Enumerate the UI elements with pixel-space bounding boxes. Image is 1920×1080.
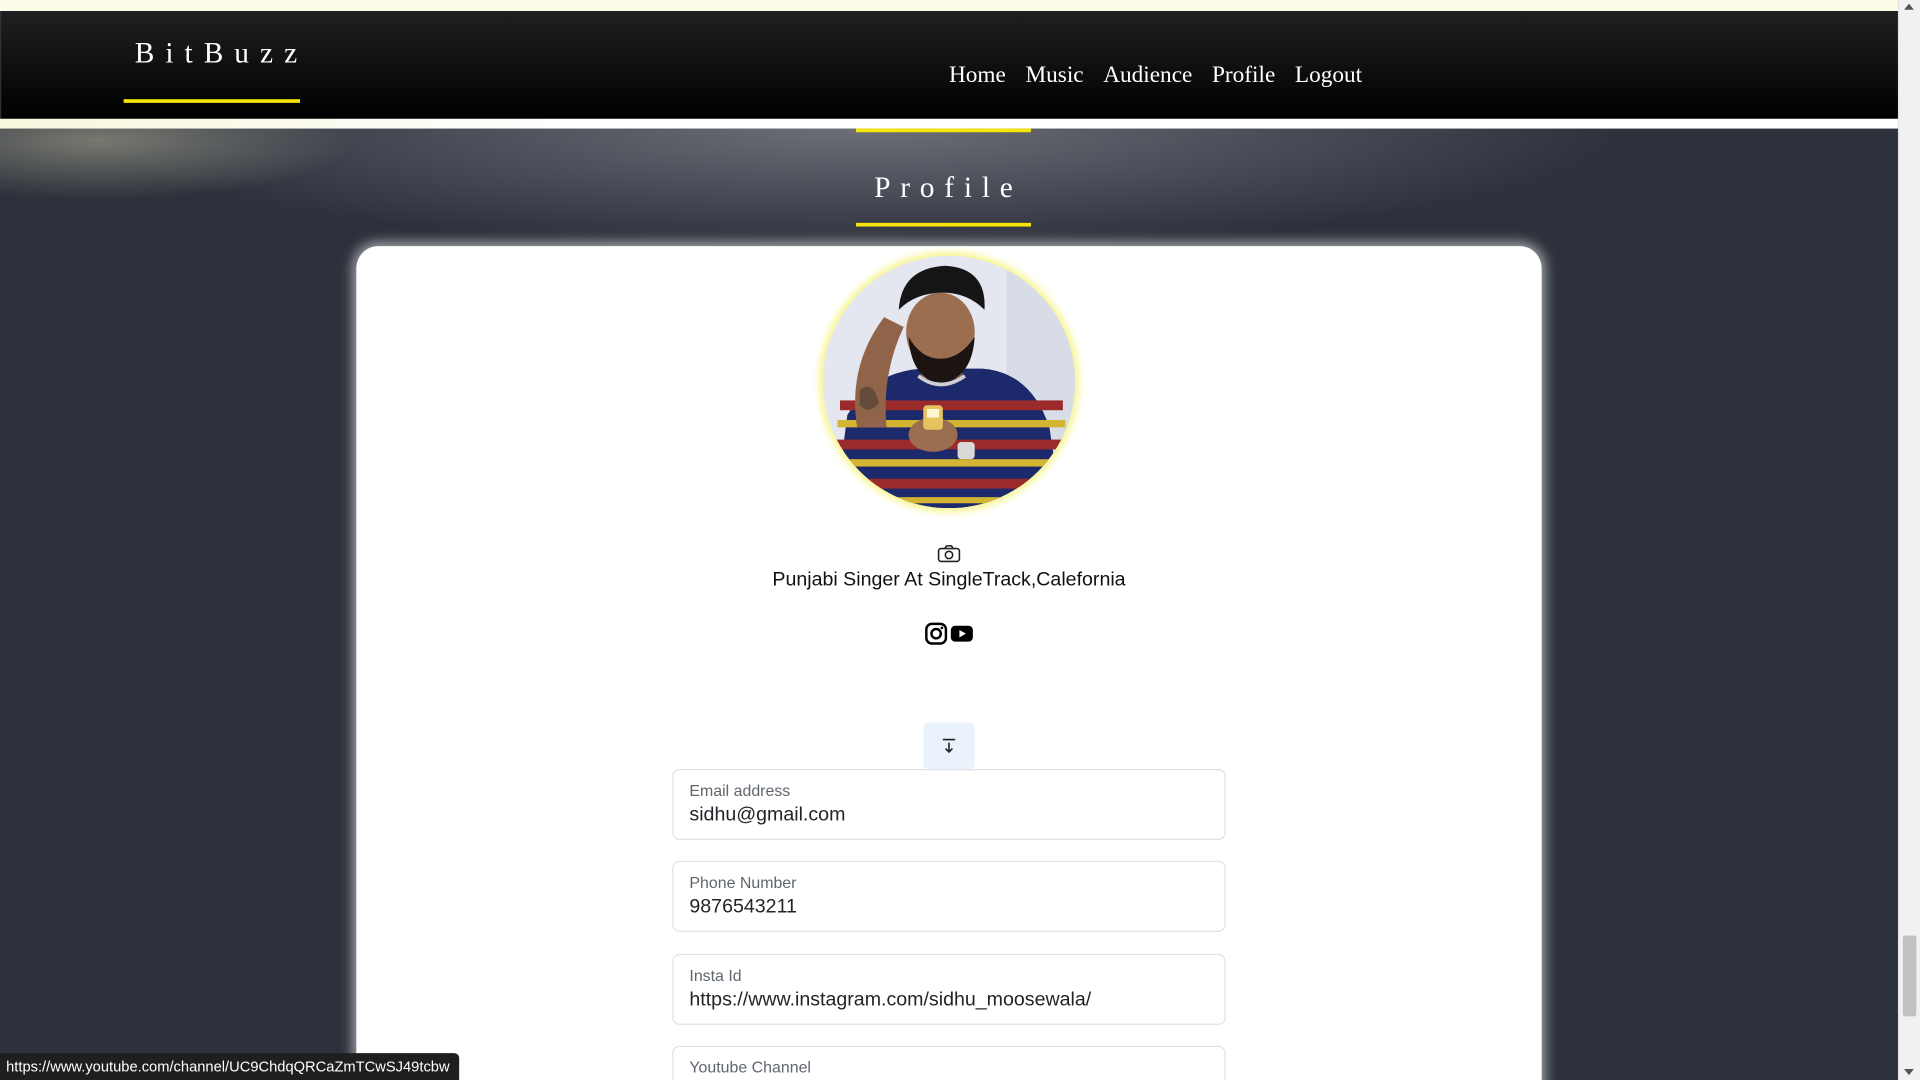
youtube-channel-field[interactable]: Youtube Channel	[672, 1045, 1226, 1080]
avatar-illustration	[822, 255, 1076, 509]
nav-link-music[interactable]: Music	[1025, 62, 1083, 89]
nav-links: Home Music Audience Profile Logout	[949, 62, 1382, 89]
navbar: BitBuzz Home Music Audience Profile Logo…	[1, 11, 1898, 119]
brand-logo[interactable]: BitBuzz	[124, 38, 300, 71]
social-links	[924, 622, 973, 645]
title-top-bar	[855, 128, 1032, 133]
nav-link-logout[interactable]: Logout	[1295, 62, 1362, 89]
instagram-icon[interactable]	[924, 622, 948, 645]
link-status-bar: https://www.youtube.com/channel/UC9ChdqQ…	[0, 1053, 460, 1080]
nav-link-home[interactable]: Home	[949, 62, 1006, 89]
youtube-channel-field-label: Youtube Channel	[689, 1057, 811, 1077]
phone-field-value[interactable]: 9876543211	[689, 896, 797, 918]
nav-bottom-strip	[0, 118, 1898, 129]
nav-link-profile[interactable]: Profile	[1212, 62, 1275, 89]
top-strip	[0, 0, 1898, 12]
email-field[interactable]: Email address sidhu@gmail.com	[672, 768, 1226, 841]
email-field-value[interactable]: sidhu@gmail.com	[689, 804, 845, 826]
scroll-thumb[interactable]	[1902, 935, 1917, 1017]
camera-icon[interactable]	[937, 544, 961, 564]
insta-id-field-value[interactable]: https://www.instagram.com/sidhu_moosewal…	[689, 989, 1091, 1011]
brand-underline	[123, 99, 301, 103]
scroll-up-arrow-icon[interactable]	[1904, 3, 1914, 10]
arrow-down-to-line-icon	[942, 738, 956, 754]
email-field-label: Email address	[689, 781, 791, 800]
phone-field[interactable]: Phone Number 9876543211	[672, 860, 1226, 932]
profile-avatar	[822, 255, 1076, 509]
insta-id-field[interactable]: Insta Id https://www.instagram.com/sidhu…	[672, 953, 1226, 1025]
page-scrollbar[interactable]	[1897, 0, 1920, 1080]
browser-viewport: BitBuzz Home Music Audience Profile Logo…	[0, 0, 1920, 1080]
title-underline	[855, 222, 1032, 227]
nav-link-audience[interactable]: Audience	[1103, 62, 1192, 89]
youtube-icon[interactable]	[950, 622, 973, 645]
profile-bio: Punjabi Singer At SingleTrack,Calefornia	[772, 569, 1126, 591]
collapse-toggle-button[interactable]	[923, 722, 975, 769]
insta-id-field-label: Insta Id	[689, 966, 742, 985]
scroll-down-arrow-icon[interactable]	[1904, 1068, 1914, 1076]
phone-field-label: Phone Number	[689, 873, 797, 892]
page-title: Profile	[874, 172, 1023, 205]
